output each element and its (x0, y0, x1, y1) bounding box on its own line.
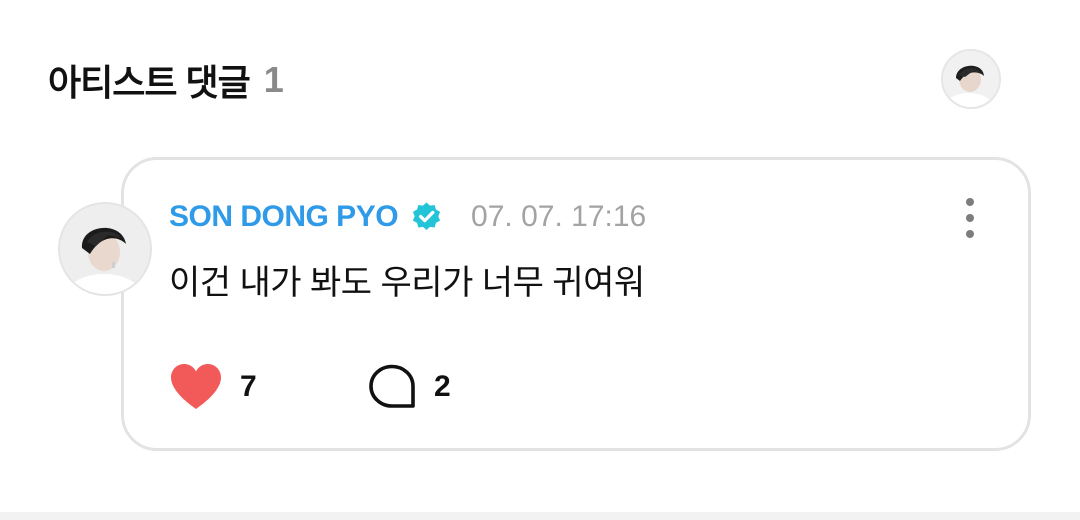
section-title: 아티스트 댓글 (48, 62, 251, 103)
verified-badge-icon (412, 201, 441, 230)
comment-author-row: SON DONG PYO 07. 07. 17:16 (169, 194, 646, 240)
reply-count: 2 (434, 370, 451, 403)
comment-author-avatar[interactable] (58, 202, 152, 296)
comment-count: 1 (263, 59, 284, 100)
header-artist-avatar[interactable] (941, 49, 1001, 109)
author-name[interactable]: SON DONG PYO (169, 200, 399, 234)
more-vertical-icon[interactable] (955, 196, 985, 240)
speech-bubble-icon (369, 364, 415, 408)
comment-text: 이건 내가 봐도 우리가 너무 귀여워 (169, 264, 645, 302)
more-dot (966, 214, 974, 222)
section-divider (0, 512, 1080, 520)
avatar-icon (943, 51, 999, 107)
more-dot (966, 198, 974, 206)
reply-button[interactable]: 2 (366, 359, 451, 415)
comment-timestamp: 07. 07. 17:16 (471, 200, 647, 233)
section-header: 아티스트 댓글 1 (48, 56, 284, 104)
avatar-icon (60, 204, 150, 294)
more-dot (966, 230, 974, 238)
heart-icon (171, 364, 221, 409)
like-count: 7 (240, 370, 257, 403)
like-button[interactable]: 7 (168, 359, 257, 415)
